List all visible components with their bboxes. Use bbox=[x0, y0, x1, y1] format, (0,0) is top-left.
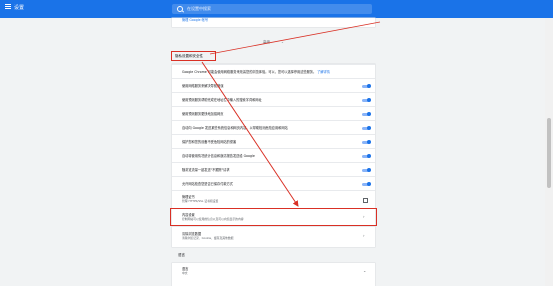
arrow-line bbox=[201, 61, 299, 207]
annotation-arrows bbox=[201, 21, 381, 207]
arrow-line bbox=[209, 21, 381, 55]
